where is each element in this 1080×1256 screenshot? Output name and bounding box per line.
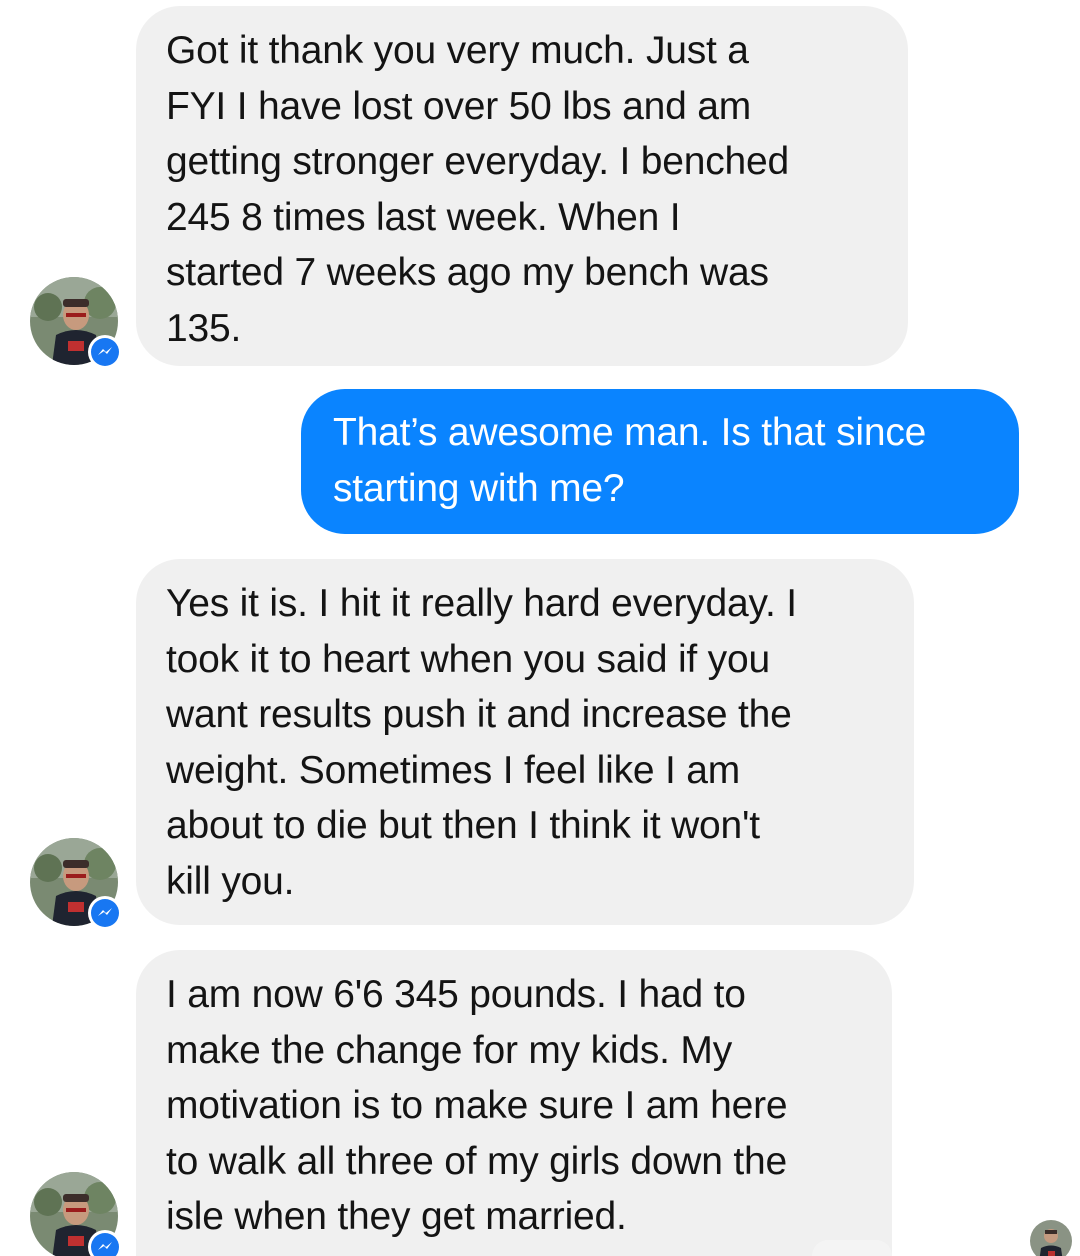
- contact-avatar[interactable]: [30, 277, 122, 369]
- contact-avatar[interactable]: [30, 1172, 122, 1256]
- read-receipt-avatar: [1030, 1220, 1072, 1256]
- incoming-message-bubble[interactable]: Yes it is. I hit it really hard everyday…: [136, 559, 914, 925]
- read-receipt-photo-icon: [1030, 1220, 1072, 1256]
- messenger-badge-icon: [88, 896, 122, 930]
- contact-avatar[interactable]: [30, 838, 122, 930]
- message-thread: Got it thank you very much. Just a FYI I…: [0, 0, 1080, 1256]
- incoming-message-bubble[interactable]: I am now 6'6 345 pounds. I had to make t…: [136, 950, 892, 1256]
- messenger-badge-icon: [88, 1230, 122, 1256]
- outgoing-message-bubble[interactable]: That’s awesome man. Is that since starti…: [301, 389, 1019, 534]
- messenger-badge-icon: [88, 335, 122, 369]
- incoming-message-bubble[interactable]: Got it thank you very much. Just a FYI I…: [136, 6, 908, 366]
- next-message-bubble-partial: [812, 1240, 892, 1256]
